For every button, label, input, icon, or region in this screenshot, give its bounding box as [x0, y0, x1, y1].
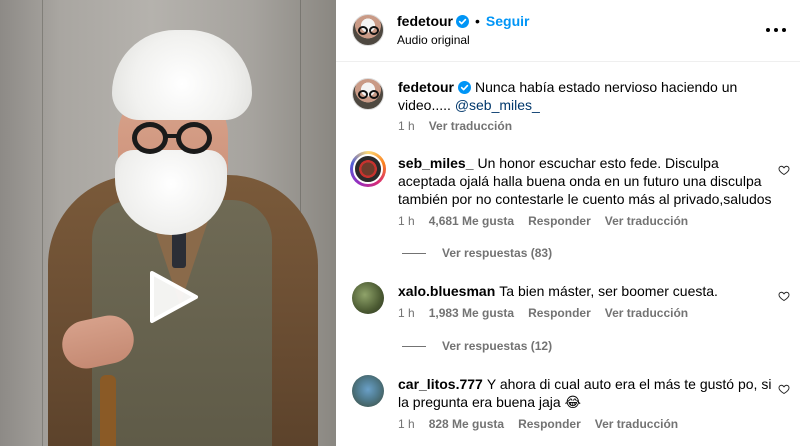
video-figure-glasses: [132, 122, 168, 154]
caption-mention-link[interactable]: @seb_miles_: [455, 97, 540, 113]
more-options-icon: [782, 28, 786, 32]
replies-divider: [402, 345, 426, 347]
comment-text: xalo.bluesman Ta bien máster, ser boomer …: [398, 282, 718, 300]
wall-seam: [42, 0, 43, 446]
comment-item: xalo.bluesman Ta bien máster, ser boomer …: [336, 282, 800, 357]
video-figure-glasses: [176, 122, 212, 154]
comment-likes[interactable]: 828 Me gusta: [429, 417, 504, 431]
caption-time[interactable]: 1 h: [398, 119, 415, 133]
comment-line: Un honor escuchar esto fede. Disculpa: [477, 155, 719, 171]
comment-line: la pregunta era buena jaja 😂: [398, 394, 581, 410]
translate-button[interactable]: Ver traducción: [595, 417, 678, 431]
more-options-icon: [766, 28, 770, 32]
comment-meta: 1 h 828 Me gusta Responder Ver traducció…: [398, 417, 678, 431]
play-icon: [150, 271, 198, 323]
caption-line: video.....: [398, 97, 455, 113]
separator-dot: •: [475, 13, 480, 29]
more-options-icon: [774, 28, 778, 32]
heart-icon[interactable]: [778, 383, 790, 395]
video-player[interactable]: [0, 0, 336, 446]
story-ring[interactable]: [350, 151, 386, 187]
reply-button[interactable]: Responder: [518, 417, 581, 431]
follow-button[interactable]: Seguir: [486, 13, 530, 29]
verified-badge-icon: [458, 81, 471, 94]
author-line: fedetour • Seguir: [397, 13, 529, 31]
caption-text: fedetour Nunca había estado nervioso haci…: [398, 78, 737, 114]
comment-likes[interactable]: 1,983 Me gusta: [429, 306, 514, 320]
video-figure-cane: [100, 375, 116, 446]
caption-line: Nunca había estado nervioso haciendo un: [475, 79, 738, 95]
replies-divider: [402, 252, 426, 254]
comment-meta: 1 h 1,983 Me gusta Responder Ver traducc…: [398, 306, 688, 320]
comment-line: Y ahora di cual auto era el más te gustó…: [486, 376, 772, 392]
reply-button[interactable]: Responder: [528, 214, 591, 228]
view-replies-button[interactable]: Ver respuestas (83): [402, 246, 552, 260]
comment-username[interactable]: car_litos.777: [398, 376, 483, 392]
commenter-avatar[interactable]: [352, 282, 384, 314]
video-figure-glasses-bridge: [166, 134, 178, 138]
view-replies-label: Ver respuestas (83): [442, 246, 553, 260]
translate-button[interactable]: Ver traducción: [605, 214, 688, 228]
more-options-button[interactable]: [766, 20, 786, 40]
heart-icon[interactable]: [778, 290, 790, 302]
comment-line: también por no contestarle le cuento más…: [398, 191, 772, 207]
comment-item: car_litos.777 Y ahora di cual auto era el…: [336, 375, 800, 446]
avatar-glasses: [358, 26, 368, 35]
translate-button[interactable]: Ver traducción: [605, 306, 688, 320]
view-replies-button[interactable]: Ver respuestas (12): [402, 339, 552, 353]
commenter-avatar: [353, 154, 383, 184]
video-figure-hair: [112, 30, 252, 120]
author-username[interactable]: fedetour: [397, 13, 453, 29]
verified-badge-icon: [456, 15, 469, 28]
comment-text: car_litos.777 Y ahora di cual auto era el…: [398, 375, 771, 411]
caption-meta: 1 h Ver traducción: [398, 119, 512, 133]
comment-time[interactable]: 1 h: [398, 417, 415, 431]
avatar-glasses: [369, 26, 379, 35]
post-header: fedetour • Seguir Audio original: [336, 0, 800, 62]
translate-button[interactable]: Ver traducción: [429, 119, 512, 133]
comment-likes[interactable]: 4,681 Me gusta: [429, 214, 514, 228]
caption-avatar[interactable]: [352, 78, 384, 110]
comment-line: Ta bien máster, ser boomer cuesta.: [499, 283, 718, 299]
reply-button[interactable]: Responder: [528, 306, 591, 320]
play-button[interactable]: [142, 267, 202, 327]
comment-meta: 1 h 4,681 Me gusta Responder Ver traducc…: [398, 214, 688, 228]
avatar-glasses: [369, 90, 379, 99]
comment-username[interactable]: xalo.bluesman: [398, 283, 495, 299]
comment-text: seb_miles_ Un honor escuchar esto fede. D…: [398, 154, 772, 208]
heart-icon[interactable]: [778, 164, 790, 176]
author-avatar[interactable]: [352, 14, 384, 46]
comment-time[interactable]: 1 h: [398, 306, 415, 320]
comment-time[interactable]: 1 h: [398, 214, 415, 228]
post-caption: fedetour Nunca había estado nervioso haci…: [336, 76, 800, 136]
post-panel: fedetour • Seguir Audio original fedetour N…: [336, 0, 800, 446]
comment-username[interactable]: seb_miles_: [398, 155, 474, 171]
avatar-glasses: [358, 90, 368, 99]
comment-item: seb_miles_ Un honor escuchar esto fede. D…: [336, 151, 800, 266]
audio-label[interactable]: Audio original: [397, 33, 470, 47]
comment-line: aceptada ojalá halla buena onda en un fu…: [398, 173, 762, 189]
caption-username[interactable]: fedetour: [398, 79, 454, 95]
view-replies-label: Ver respuestas (12): [442, 339, 553, 353]
commenter-avatar[interactable]: [352, 375, 384, 407]
